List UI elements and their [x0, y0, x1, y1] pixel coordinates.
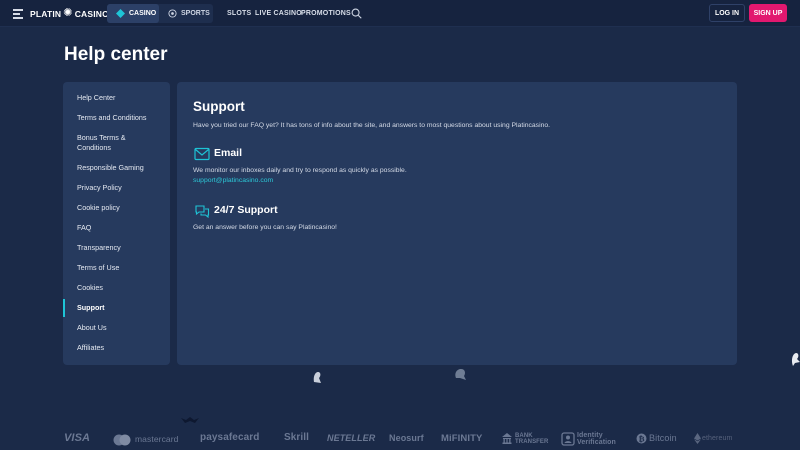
- payment-paysafecard: paysafecard: [200, 432, 260, 443]
- tab-casino-label: CASINO: [129, 10, 157, 17]
- casino-icon: [116, 9, 125, 18]
- svg-text:₿: ₿: [638, 434, 644, 443]
- payment-mifinity: MiFINITY: [441, 433, 483, 444]
- sidebar-item-cookies[interactable]: Cookies: [63, 278, 170, 298]
- sidebar-item-responsible-gaming[interactable]: Responsible Gaming: [63, 158, 170, 178]
- payment-bank-transfer: BANK TRANSFER: [515, 433, 549, 445]
- support-email-link[interactable]: support@platincasino.com: [193, 177, 273, 184]
- payment-visa: VISA: [64, 432, 91, 444]
- ghost-icon: [792, 353, 800, 366]
- live-support-title: 24/7 Support: [214, 204, 278, 216]
- support-title: Support: [193, 99, 245, 114]
- payment-bitcoin: Bitcoin: [649, 433, 677, 443]
- sidebar-item-bonus-terms[interactable]: Bonus Terms & Conditions: [63, 128, 170, 158]
- ethereum-icon: [694, 433, 701, 444]
- help-sidebar: Help Center Terms and Conditions Bonus T…: [63, 82, 170, 365]
- nav-slots[interactable]: SLOTS: [227, 0, 251, 27]
- support-intro: Have you tried our FAQ yet? It has tons …: [193, 122, 551, 129]
- bank-icon: [502, 433, 512, 444]
- sidebar-item-cookie-policy[interactable]: Cookie policy: [63, 198, 170, 218]
- email-text: We monitor our inboxes daily and try to …: [193, 167, 407, 174]
- live-support-text: Get an answer before you can say Platinc…: [193, 224, 337, 231]
- search-icon[interactable]: [351, 8, 362, 19]
- ghost-icon: [313, 372, 321, 383]
- chat-icon: [195, 205, 210, 218]
- sidebar-item-privacy-policy[interactable]: Privacy Policy: [63, 178, 170, 198]
- tab-sports-label: SPORTS: [181, 10, 210, 17]
- sports-icon: [168, 9, 177, 18]
- mastercard-icon: [113, 434, 131, 446]
- sidebar-item-bonus-terms-label: Bonus Terms & Conditions: [77, 133, 126, 152]
- identity-icon: [561, 432, 575, 446]
- payment-methods: VISA mastercard paysafecard Skrill NETEL…: [0, 428, 800, 450]
- nav-live-casino[interactable]: LIVE CASINO: [255, 0, 302, 27]
- product-switch: CASINO SPORTS: [107, 4, 213, 23]
- payment-ethereum: ethereum: [702, 435, 733, 442]
- signup-button[interactable]: SIGN UP: [749, 4, 787, 22]
- ghost-icon: [455, 369, 466, 380]
- nav-promotions[interactable]: PROMOTIONS: [301, 0, 351, 27]
- sidebar-item-faq[interactable]: FAQ: [63, 218, 170, 238]
- top-bar: PLATIN ✺ CASINO CASINO SPORTS SLOTS LIVE…: [0, 0, 800, 27]
- payment-mastercard: mastercard: [135, 434, 179, 444]
- page-title: Help center: [64, 44, 168, 65]
- bitcoin-icon: ₿: [636, 433, 647, 444]
- bat-icon: [181, 417, 199, 423]
- payment-neosurf: Neosurf: [389, 433, 424, 443]
- sidebar-item-help-center[interactable]: Help Center: [63, 88, 170, 108]
- support-panel: Support Have you tried our FAQ yet? It h…: [177, 82, 737, 365]
- email-title: Email: [214, 147, 243, 159]
- logo[interactable]: PLATIN ✺ CASINO: [30, 6, 109, 21]
- sidebar-item-transparency[interactable]: Transparency: [63, 238, 170, 258]
- sidebar-item-affiliates[interactable]: Affiliates: [63, 338, 170, 358]
- logo-right: CASINO: [74, 8, 109, 19]
- payment-identity-verification: Identity Verification: [577, 432, 616, 446]
- envelope-icon: [194, 147, 210, 161]
- logo-star-icon: ✺: [63, 7, 73, 19]
- login-button[interactable]: LOG IN: [709, 4, 745, 22]
- payment-skrill: Skrill: [284, 432, 310, 443]
- tab-sports[interactable]: SPORTS: [159, 4, 213, 23]
- sidebar-item-support[interactable]: Support: [63, 298, 170, 318]
- sidebar-item-terms-and-conditions[interactable]: Terms and Conditions: [63, 108, 170, 128]
- menu-icon[interactable]: [13, 9, 23, 19]
- sidebar-item-about-us[interactable]: About Us: [63, 318, 170, 338]
- tab-casino[interactable]: CASINO: [107, 4, 159, 23]
- payment-neteller: NETELLER: [327, 433, 376, 443]
- sidebar-item-terms-of-use[interactable]: Terms of Use: [63, 258, 170, 278]
- logo-left: PLATIN: [30, 8, 62, 19]
